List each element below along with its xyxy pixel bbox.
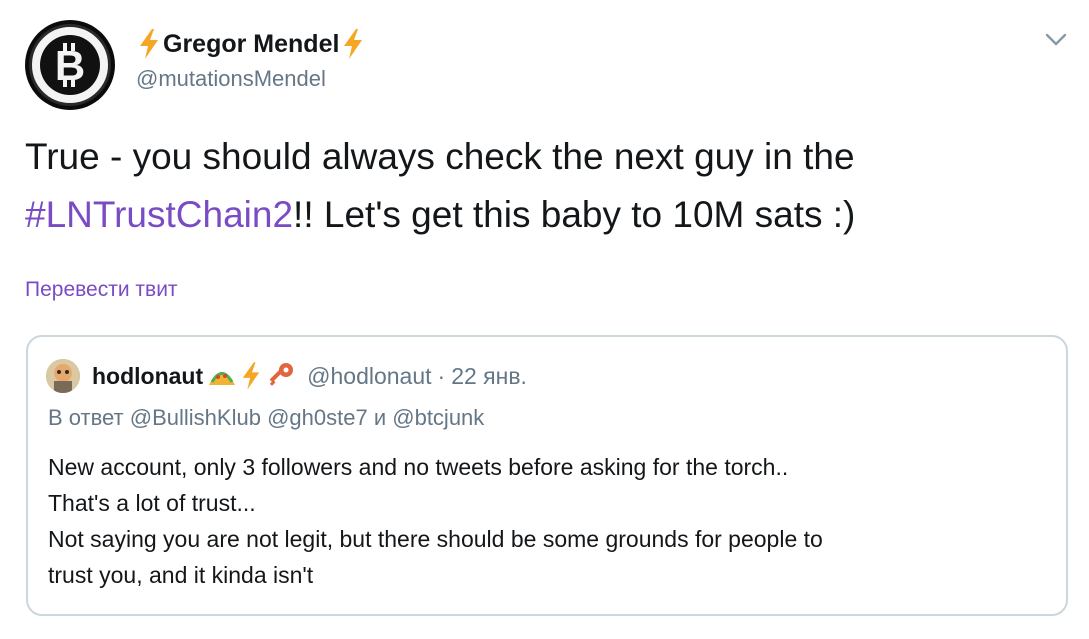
mention-link[interactable]: @BullishKlub bbox=[130, 405, 261, 430]
tweet-menu-button[interactable] bbox=[1042, 28, 1070, 52]
mention-link[interactable]: @gh0ste7 bbox=[267, 405, 368, 430]
quoted-text-line: That's a lot of trust... bbox=[48, 490, 256, 516]
lightning-bolt-icon bbox=[140, 29, 158, 59]
mention-link[interactable]: @btcjunk bbox=[392, 405, 484, 430]
bitcoin-icon: B bbox=[40, 35, 100, 95]
quoted-tweet-date[interactable]: 22 янв. bbox=[451, 363, 527, 390]
lightning-bolt-icon bbox=[242, 362, 260, 390]
quoted-tweet-header: hodlonaut @hodlonaut · 22 янв. bbox=[46, 357, 527, 395]
separator-dot: · bbox=[437, 362, 446, 389]
quoted-author-name: hodlonaut bbox=[92, 362, 204, 389]
translate-tweet-link[interactable]: Перевести твит bbox=[25, 278, 178, 302]
reply-context: В ответ @BullishKlub @gh0ste7 и @btcjunk bbox=[48, 405, 485, 430]
quoted-text-line: trust you, and it kinda isn't bbox=[48, 562, 314, 588]
lightning-bolt-icon bbox=[344, 29, 363, 59]
author-handle[interactable]: @mutationsMendel bbox=[136, 66, 326, 92]
quoted-author-avatar bbox=[46, 359, 80, 393]
svg-text:B: B bbox=[55, 42, 85, 89]
quoted-tweet-text: New account, only 3 followers and no twe… bbox=[48, 449, 1048, 593]
tweet-text: True - you should always check the next … bbox=[25, 136, 856, 235]
author-name: Gregor Mendel bbox=[163, 29, 340, 58]
quoted-tweet[interactable]: hodlonaut @hodlonaut · 22 янв. В ответ @… bbox=[26, 335, 1068, 616]
author-avatar[interactable]: B bbox=[25, 20, 115, 110]
quoted-text-line: New account, only 3 followers and no twe… bbox=[48, 454, 789, 480]
author-name-row[interactable]: Gregor Mendel bbox=[135, 26, 367, 62]
taco-icon bbox=[209, 372, 236, 385]
hashtag-link[interactable]: #LNTrustChain2 bbox=[25, 194, 293, 235]
quoted-author-handle: @hodlonaut bbox=[307, 362, 432, 389]
chevron-down-icon bbox=[1045, 33, 1067, 46]
key-icon bbox=[269, 363, 294, 386]
quoted-text-line: Not saying you are not legit, but there … bbox=[48, 526, 823, 552]
tweet: B Gregor Mendel @mutationsMendel True - … bbox=[0, 0, 1089, 639]
